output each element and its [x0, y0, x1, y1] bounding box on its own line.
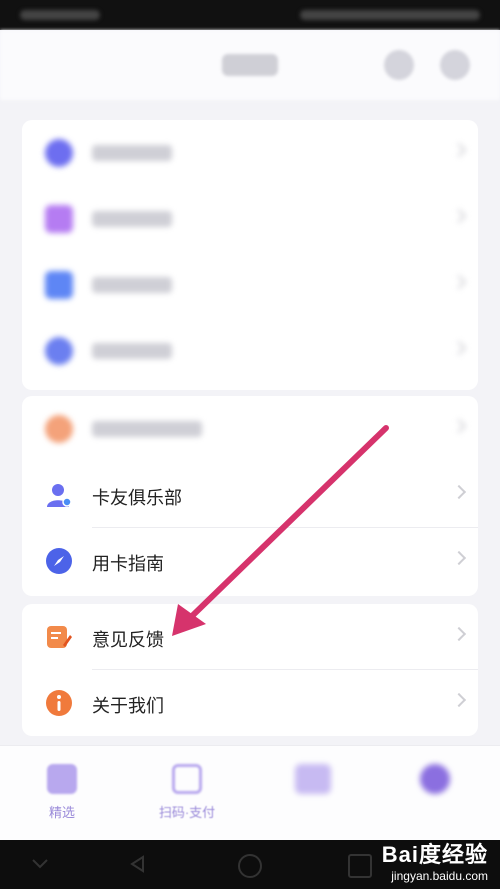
chevron-right-icon	[451, 626, 467, 642]
menu-row-blurred-1[interactable]	[22, 120, 478, 186]
menu-row-card-club[interactable]: 卡友俱乐部	[22, 462, 478, 528]
page-title-blurred	[222, 54, 278, 76]
scan-icon	[172, 764, 202, 794]
tab-label: 精选	[48, 805, 75, 820]
menu-card-top	[22, 120, 478, 390]
blurred-icon	[45, 337, 73, 365]
menu-row-blurred-3[interactable]	[22, 252, 478, 318]
menu-item-label: 关于我们	[92, 696, 164, 716]
blurred-icon	[45, 205, 73, 233]
feedback-edit-icon	[45, 623, 73, 651]
tab-card[interactable]	[268, 764, 358, 802]
search-icon[interactable]	[384, 50, 414, 80]
blurred-label	[92, 277, 172, 293]
watermark-brand: Bai度经验	[381, 842, 488, 867]
menu-row-blurred-5[interactable]	[22, 396, 478, 462]
menu-row-blurred-4[interactable]	[22, 318, 478, 384]
watermark: Bai度经验 jingyan.baidu.com	[382, 837, 488, 883]
chevron-down-icon[interactable]	[30, 854, 50, 874]
menu-row-about[interactable]: 关于我们	[22, 670, 478, 736]
chevron-right-icon	[451, 550, 467, 566]
menu-item-label: 用卡指南	[92, 554, 164, 574]
home-icon[interactable]	[238, 854, 262, 878]
blurred-label	[92, 145, 172, 161]
chevron-right-icon	[451, 208, 467, 224]
tab-profile[interactable]	[390, 764, 480, 802]
tab-label: 扫码·支付	[158, 805, 216, 820]
page-header	[0, 30, 500, 100]
bottom-tab-bar: 精选 扫码·支付	[0, 745, 500, 841]
blurred-label	[92, 211, 172, 227]
tab-featured[interactable]: 精选	[17, 764, 107, 821]
profile-icon	[420, 764, 450, 794]
chevron-right-icon	[451, 340, 467, 356]
info-icon	[45, 689, 73, 717]
menu-row-blurred-2[interactable]	[22, 186, 478, 252]
person-badge-icon	[45, 481, 73, 509]
chevron-right-icon	[451, 484, 467, 500]
menu-row-feedback[interactable]: 意见反馈	[22, 604, 478, 670]
chevron-right-icon	[451, 274, 467, 290]
compass-icon	[45, 547, 73, 575]
blurred-icon	[45, 139, 73, 167]
message-icon[interactable]	[440, 50, 470, 80]
featured-icon	[47, 764, 77, 794]
menu-item-label: 卡友俱乐部	[92, 488, 182, 508]
blurred-label	[92, 421, 202, 437]
menu-card-middle: 卡友俱乐部 用卡指南	[22, 396, 478, 596]
menu-row-card-guide[interactable]: 用卡指南	[22, 528, 478, 594]
status-bar-blurred-icons	[300, 10, 480, 20]
menu-item-label: 意见反馈	[92, 630, 164, 650]
card-icon	[295, 764, 331, 794]
watermark-url: jingyan.baidu.com	[391, 869, 488, 883]
chevron-right-icon	[451, 142, 467, 158]
status-bar	[0, 0, 500, 30]
recents-icon[interactable]	[348, 854, 372, 878]
blurred-icon	[45, 415, 73, 443]
chevron-right-icon	[451, 418, 467, 434]
tab-scan-pay[interactable]: 扫码·支付	[142, 764, 232, 821]
blurred-icon	[45, 271, 73, 299]
status-bar-blurred-text	[20, 10, 100, 20]
blurred-label	[92, 343, 172, 359]
chevron-right-icon	[451, 692, 467, 708]
menu-card-bottom: 意见反馈 关于我们	[22, 604, 478, 736]
back-icon[interactable]	[128, 854, 148, 874]
